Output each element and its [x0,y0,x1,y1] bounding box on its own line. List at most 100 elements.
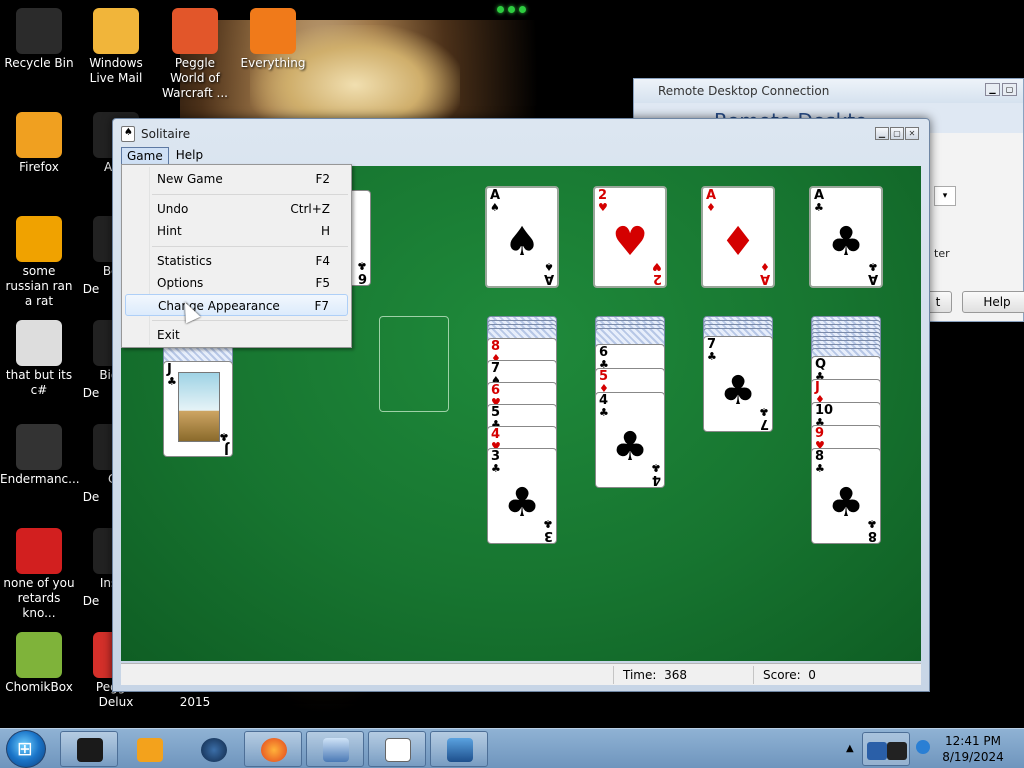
minimize-icon[interactable]: ▁ [985,83,1000,96]
menu-item-exit[interactable]: Exit [125,324,348,346]
tray-device-icon [867,742,887,760]
minimize-icon[interactable]: ▁ [875,127,889,140]
clock-date: 8/19/2024 [942,750,1004,764]
terminal-icon [16,424,62,470]
solitaire-titlebar: Solitaire [121,125,190,143]
window-controls: ▁ ▢ ✕ [875,127,919,140]
desktop-icon-label-partial: De [82,594,100,608]
show-hidden-icons-icon[interactable]: ▲ [846,743,854,754]
desktop-icon[interactable]: Everything [234,8,312,71]
playing-card[interactable]: 7 ♣ ♣ 7 ♣ [703,336,773,432]
desktop-icon-label-partial: De [82,490,100,504]
taskbar-app-network[interactable] [430,731,488,767]
desktop-icon[interactable]: some russian ran a rat [0,216,78,309]
desktop-icon-label-partial: De [82,386,100,400]
taskbar-app-media[interactable] [120,731,178,767]
maximize-icon[interactable]: ▢ [890,127,904,140]
menu-bar: Game Help [121,147,921,165]
playing-card[interactable]: 8 ♣ ♣ 8 ♣ [811,448,881,544]
close-icon[interactable]: ✕ [905,127,919,140]
system-clock[interactable]: 12:41 PM 8/19/2024 [938,733,1008,765]
menu-item-undo[interactable]: Undo Ctrl+Z [125,198,348,220]
desktop-icon-label-partial: De [82,282,100,296]
menu-help[interactable]: Help [171,147,208,165]
card-face-artwork [178,372,220,442]
recycle-bin-icon [16,8,62,54]
card-center-suit-icon: ♣ [828,219,864,265]
card-suit-icon-bottom: ♣ [759,405,769,418]
playing-card[interactable]: A ♦ ♦ A ♦ [701,186,775,288]
folder-shortcut-icon [16,320,62,366]
menu-item-options[interactable]: Options F5 [125,272,348,294]
card-suit-icon: ♣ [491,462,501,475]
desktop-icon[interactable]: Endermanc... [0,424,80,487]
taskbar-app-firefox[interactable] [244,731,302,767]
taskbar-app-remote-desktop[interactable] [306,731,364,767]
search-icon [250,8,296,54]
playing-card[interactable]: 2 ♥ ♥ 2 ♥ [593,186,667,288]
card-suit-icon-bottom: ♠ [544,260,554,273]
menu-item-statistics[interactable]: Statistics F4 [125,250,348,272]
desktop-icon[interactable]: ChomikBox [0,632,78,695]
remote-desktop-option-text: ter [934,247,950,260]
menu-item-change-appearance[interactable]: Change Appearance F7 [125,294,348,316]
card-suit-icon-bottom: ♣ [357,259,367,272]
card-suit-icon-bottom: ♦ [760,260,770,273]
taskbar-app-globe[interactable] [184,731,242,767]
desktop-icon-label: Windows Live Mail [89,56,143,85]
status-time: Time: 368 [623,668,687,682]
card-rank-bottom: A [543,271,554,286]
desktop-icon[interactable]: Recycle Bin [0,8,78,71]
desktop-icon[interactable]: Firefox [0,112,78,175]
card-suit-icon-bottom: ♣ [867,517,877,530]
start-button[interactable] [6,730,46,768]
playing-card[interactable]: 4 ♣ ♣ 4 ♣ [595,392,665,488]
playing-card[interactable]: 3 ♣ ♣ 3 ♣ [487,448,557,544]
card-suit-icon: ♣ [815,462,825,475]
rat-icon [16,216,62,262]
remote-desktop-window-controls: ▁ ▢ [985,83,1017,96]
card-suit-icon-bottom: ♣ [868,260,878,273]
desktop-icon[interactable]: Peggle World of Warcraft ... [156,8,234,101]
playing-card[interactable]: J♣♣J♣ [163,361,233,457]
card-suit-icon: ♣ [814,201,824,214]
taskbar-app-solitaire[interactable] [368,731,426,767]
taskbar-app-terminal[interactable] [60,731,118,767]
empty-tableau-slot[interactable] [379,316,449,412]
desktop-icon[interactable]: that but its c# [0,320,78,398]
network-icon [447,738,473,762]
maximize-icon[interactable]: ▢ [1002,83,1017,96]
desktop-icon-label: that but its c# [5,368,73,397]
status-bar: Time: 368 Score: 0 [121,663,921,685]
card-rank-bottom: 4 [651,472,661,487]
menu-item-hint[interactable]: Hint H [125,220,348,242]
menu-game[interactable]: Game [121,147,169,165]
playing-card[interactable]: A ♣ ♣ A ♣ [809,186,883,288]
clock-time: 12:41 PM [945,734,1001,748]
terminal-icon [77,738,103,762]
hamster-icon [16,632,62,678]
card-rank-bottom: 8 [867,528,877,543]
firefox-icon [261,738,287,762]
solitaire-icon [385,738,411,762]
mail-icon [93,8,139,54]
menu-item-new-game[interactable]: New Game F2 [125,168,348,190]
desktop-icon-label: Everything [240,56,306,70]
card-suit-icon-bottom: ♣ [543,517,553,530]
chevron-down-icon[interactable]: ▾ [934,186,956,206]
remote-desktop-title: Remote Desktop Connection [634,79,1023,103]
tray-network-icon[interactable] [916,740,930,754]
card-suit-icon: ♣ [707,350,717,363]
remote-desktop-help-button[interactable]: Help [962,291,1024,313]
card-suit-icon: ♥ [598,201,608,214]
desktop-icon-label: Peggle World of Warcraft ... [162,56,228,100]
tray-active-app[interactable] [862,732,910,766]
desktop-icon-label: Endermanc... [0,472,80,486]
card-rank-bottom: 2 [652,271,662,286]
desktop-icon[interactable]: Windows Live Mail [77,8,155,86]
desktop-icon[interactable]: none of you retards kno... [0,528,78,621]
playing-card[interactable]: A ♠ ♠ A ♠ [485,186,559,288]
media-player-icon [137,738,163,762]
card-center-suit-icon: ♦ [720,219,756,265]
card-center-suit-icon: ♥ [612,219,648,265]
